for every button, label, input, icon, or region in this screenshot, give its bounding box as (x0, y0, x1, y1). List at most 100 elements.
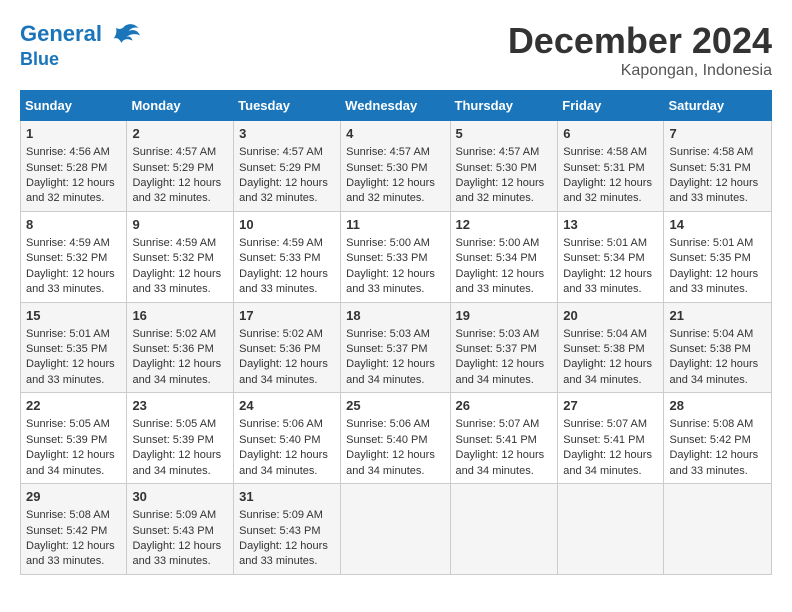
daylight-text: Daylight: 12 hours (239, 177, 328, 189)
sunset-text: Sunset: 5:38 PM (669, 343, 750, 355)
sunrise-text: Sunrise: 5:05 AM (132, 418, 216, 430)
sunrise-text: Sunrise: 5:04 AM (669, 328, 753, 340)
daylight-minutes: and 34 minutes. (563, 465, 641, 477)
sunset-text: Sunset: 5:34 PM (563, 252, 644, 264)
sunset-text: Sunset: 5:29 PM (132, 162, 213, 174)
sunrise-text: Sunrise: 4:58 AM (669, 146, 753, 158)
daylight-text: Daylight: 12 hours (26, 358, 115, 370)
day-number: 20 (563, 307, 658, 325)
daylight-text: Daylight: 12 hours (239, 358, 328, 370)
sunset-text: Sunset: 5:28 PM (26, 162, 107, 174)
day-number: 1 (26, 125, 121, 143)
calendar-cell (558, 484, 664, 575)
daylight-text: Daylight: 12 hours (669, 268, 758, 280)
daylight-minutes: and 33 minutes. (669, 192, 747, 204)
calendar-cell: 24 Sunrise: 5:06 AM Sunset: 5:40 PM Dayl… (234, 393, 341, 484)
sunrise-text: Sunrise: 4:57 AM (346, 146, 430, 158)
sunrise-text: Sunrise: 5:02 AM (239, 328, 323, 340)
daylight-minutes: and 32 minutes. (26, 192, 104, 204)
calendar-cell: 18 Sunrise: 5:03 AM Sunset: 5:37 PM Dayl… (341, 302, 450, 393)
daylight-minutes: and 32 minutes. (239, 192, 317, 204)
sunset-text: Sunset: 5:37 PM (346, 343, 427, 355)
daylight-text: Daylight: 12 hours (132, 268, 221, 280)
calendar-cell (664, 484, 772, 575)
calendar-week-row: 29 Sunrise: 5:08 AM Sunset: 5:42 PM Dayl… (21, 484, 772, 575)
sunrise-text: Sunrise: 5:07 AM (563, 418, 647, 430)
sunrise-text: Sunrise: 4:58 AM (563, 146, 647, 158)
day-number: 28 (669, 397, 766, 415)
calendar-cell: 26 Sunrise: 5:07 AM Sunset: 5:41 PM Dayl… (450, 393, 558, 484)
day-number: 10 (239, 216, 335, 234)
calendar-cell: 27 Sunrise: 5:07 AM Sunset: 5:41 PM Dayl… (558, 393, 664, 484)
sunset-text: Sunset: 5:42 PM (669, 434, 750, 446)
calendar-cell: 12 Sunrise: 5:00 AM Sunset: 5:34 PM Dayl… (450, 211, 558, 302)
daylight-minutes: and 33 minutes. (669, 283, 747, 295)
sunset-text: Sunset: 5:31 PM (669, 162, 750, 174)
calendar-cell: 6 Sunrise: 4:58 AM Sunset: 5:31 PM Dayli… (558, 121, 664, 212)
daylight-minutes: and 32 minutes. (346, 192, 424, 204)
day-number: 21 (669, 307, 766, 325)
day-number: 4 (346, 125, 444, 143)
daylight-minutes: and 33 minutes. (239, 283, 317, 295)
daylight-text: Daylight: 12 hours (26, 540, 115, 552)
day-number: 7 (669, 125, 766, 143)
daylight-text: Daylight: 12 hours (239, 449, 328, 461)
sunrise-text: Sunrise: 4:59 AM (239, 237, 323, 249)
sunset-text: Sunset: 5:30 PM (456, 162, 537, 174)
daylight-text: Daylight: 12 hours (669, 358, 758, 370)
calendar-cell: 5 Sunrise: 4:57 AM Sunset: 5:30 PM Dayli… (450, 121, 558, 212)
calendar-cell: 31 Sunrise: 5:09 AM Sunset: 5:43 PM Dayl… (234, 484, 341, 575)
calendar-cell: 11 Sunrise: 5:00 AM Sunset: 5:33 PM Dayl… (341, 211, 450, 302)
daylight-text: Daylight: 12 hours (132, 177, 221, 189)
sunset-text: Sunset: 5:29 PM (239, 162, 320, 174)
sunrise-text: Sunrise: 4:57 AM (239, 146, 323, 158)
calendar-cell: 10 Sunrise: 4:59 AM Sunset: 5:33 PM Dayl… (234, 211, 341, 302)
weekday-header: Friday (558, 91, 664, 121)
sunrise-text: Sunrise: 4:56 AM (26, 146, 110, 158)
daylight-minutes: and 33 minutes. (563, 283, 641, 295)
daylight-minutes: and 34 minutes. (346, 374, 424, 386)
daylight-text: Daylight: 12 hours (132, 449, 221, 461)
calendar-cell (341, 484, 450, 575)
day-number: 23 (132, 397, 228, 415)
day-number: 27 (563, 397, 658, 415)
day-number: 8 (26, 216, 121, 234)
sunset-text: Sunset: 5:40 PM (346, 434, 427, 446)
day-number: 17 (239, 307, 335, 325)
calendar-cell: 17 Sunrise: 5:02 AM Sunset: 5:36 PM Dayl… (234, 302, 341, 393)
weekday-header: Sunday (21, 91, 127, 121)
calendar-table: SundayMondayTuesdayWednesdayThursdayFrid… (20, 90, 772, 575)
sunset-text: Sunset: 5:35 PM (26, 343, 107, 355)
daylight-minutes: and 33 minutes. (132, 555, 210, 567)
daylight-text: Daylight: 12 hours (26, 449, 115, 461)
calendar-week-row: 1 Sunrise: 4:56 AM Sunset: 5:28 PM Dayli… (21, 121, 772, 212)
daylight-minutes: and 33 minutes. (346, 283, 424, 295)
sunset-text: Sunset: 5:32 PM (132, 252, 213, 264)
sunset-text: Sunset: 5:35 PM (669, 252, 750, 264)
daylight-minutes: and 33 minutes. (456, 283, 534, 295)
calendar-cell: 30 Sunrise: 5:09 AM Sunset: 5:43 PM Dayl… (127, 484, 234, 575)
sunrise-text: Sunrise: 5:01 AM (563, 237, 647, 249)
calendar-cell: 14 Sunrise: 5:01 AM Sunset: 5:35 PM Dayl… (664, 211, 772, 302)
daylight-minutes: and 34 minutes. (456, 374, 534, 386)
sunset-text: Sunset: 5:41 PM (456, 434, 537, 446)
weekday-header: Monday (127, 91, 234, 121)
day-number: 12 (456, 216, 553, 234)
daylight-minutes: and 34 minutes. (239, 465, 317, 477)
daylight-minutes: and 32 minutes. (456, 192, 534, 204)
daylight-text: Daylight: 12 hours (346, 177, 435, 189)
calendar-cell: 8 Sunrise: 4:59 AM Sunset: 5:32 PM Dayli… (21, 211, 127, 302)
calendar-cell: 29 Sunrise: 5:08 AM Sunset: 5:42 PM Dayl… (21, 484, 127, 575)
day-number: 19 (456, 307, 553, 325)
logo-blue: Blue (20, 50, 140, 70)
day-number: 31 (239, 488, 335, 506)
daylight-minutes: and 32 minutes. (563, 192, 641, 204)
day-number: 26 (456, 397, 553, 415)
location: Kapongan, Indonesia (508, 62, 772, 80)
day-number: 2 (132, 125, 228, 143)
calendar-cell: 22 Sunrise: 5:05 AM Sunset: 5:39 PM Dayl… (21, 393, 127, 484)
daylight-minutes: and 33 minutes. (26, 374, 104, 386)
daylight-text: Daylight: 12 hours (456, 268, 545, 280)
calendar-cell: 21 Sunrise: 5:04 AM Sunset: 5:38 PM Dayl… (664, 302, 772, 393)
sunset-text: Sunset: 5:33 PM (239, 252, 320, 264)
